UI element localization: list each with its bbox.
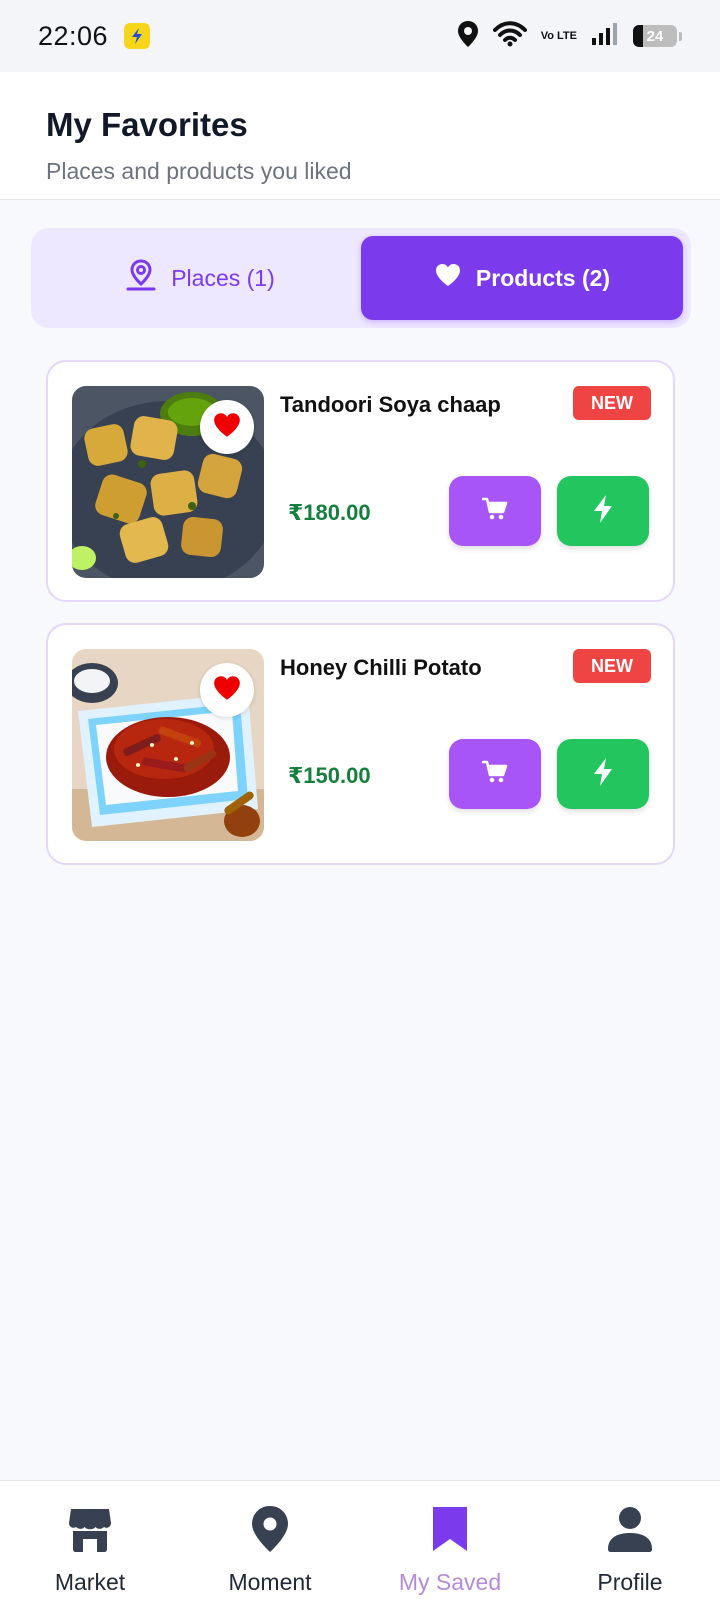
product-card[interactable]: Honey Chilli Potato NEW ₹150.00 [46,623,675,865]
volte-indicator: Vo LTE [540,30,577,42]
nav-my-saved-label: My Saved [398,1569,502,1595]
status-bar: 22:06 Vo LTE 24 [0,0,720,72]
lightning-icon [592,494,614,529]
nav-moment[interactable]: Moment [180,1481,360,1600]
battery-icon: 24 [633,25,677,47]
bookmark-icon [431,1505,469,1569]
flash-icon [124,23,151,49]
add-to-cart-button[interactable] [449,739,541,809]
tab-places-label: Places (1) [171,264,275,291]
favorite-toggle[interactable] [200,663,254,717]
tab-products[interactable]: Products (2) [361,236,683,320]
location-pin-icon [250,1505,290,1569]
nav-moment-label: Moment [228,1569,312,1595]
status-icons: Vo LTE 24 [457,20,682,53]
new-badge: NEW [573,649,651,683]
user-icon [606,1505,654,1569]
cart-icon [481,760,508,789]
quick-buy-button[interactable] [557,739,649,809]
store-icon [67,1505,113,1569]
signal-icon [591,22,619,51]
product-name: Honey Chilli Potato [280,655,482,680]
heart-icon [212,674,242,707]
new-badge: NEW [573,386,651,420]
location-icon [457,20,479,53]
heart-icon [212,411,242,444]
nav-market[interactable]: Market [0,1481,180,1600]
favorites-tabs: Places (1) Products (2) [31,228,691,328]
product-price: ₹150.00 [288,763,371,788]
page-header: My Favorites Places and products you lik… [0,72,720,200]
battery-level: 24 [646,27,664,45]
nav-my-saved[interactable]: My Saved [360,1481,540,1600]
heart-icon [434,262,462,294]
product-price: ₹180.00 [288,500,371,525]
favorite-toggle[interactable] [200,400,254,454]
tab-products-label: Products (2) [475,264,611,291]
tab-places[interactable]: Places (1) [39,236,361,320]
product-card[interactable]: Tandoori Soya chaap NEW ₹180.00 [46,360,675,602]
quick-buy-button[interactable] [557,476,649,546]
page-subtitle: Places and products you liked [46,158,352,184]
cart-icon [481,497,508,526]
map-pin-icon [125,258,157,298]
nav-profile[interactable]: Profile [540,1481,720,1600]
wifi-icon [492,20,527,52]
page-title: My Favorites [46,106,248,143]
bottom-navigation: Market Moment My Saved Profile [0,1480,720,1600]
nav-market-label: Market [54,1569,126,1595]
battery-tip [679,31,682,41]
product-name: Tandoori Soya chaap [280,392,501,417]
add-to-cart-button[interactable] [449,476,541,546]
status-time: 22:06 [38,20,109,51]
lightning-icon [592,757,614,792]
nav-profile-label: Profile [597,1569,663,1595]
